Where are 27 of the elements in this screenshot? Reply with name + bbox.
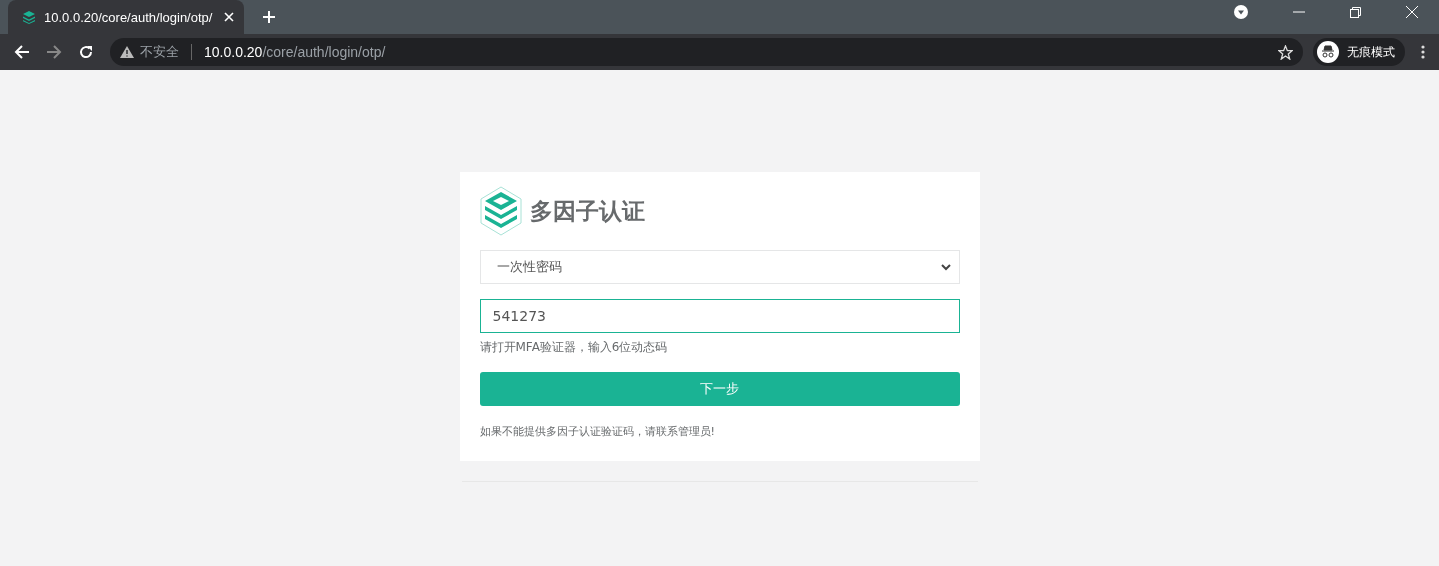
logo-icon	[479, 186, 522, 236]
back-icon[interactable]	[14, 44, 30, 60]
tab-search-icon[interactable]	[1234, 5, 1248, 19]
page-title: 多因子认证	[529, 196, 645, 226]
url-path: /core/auth/login/otp/	[262, 44, 386, 60]
chevron-icon	[940, 263, 951, 271]
close-icon[interactable]	[224, 12, 234, 22]
warning-icon	[120, 46, 134, 58]
tab-title: 10.0.0.20/core/auth/login/otp/	[44, 9, 214, 25]
security-label: 不安全	[140, 43, 179, 61]
code-input[interactable]: 541273	[479, 299, 960, 333]
layers-icon	[22, 10, 36, 24]
star-icon[interactable]	[1278, 44, 1293, 60]
address-bar[interactable]: 不安全 10.0.0.20/core/auth/login/otp/	[110, 38, 1303, 66]
url-host: 10.0.0.20	[204, 44, 263, 60]
footer-note: 如果不能提供多因子认证验证码，请联系管理员!	[479, 424, 716, 439]
incognito-icon	[1317, 41, 1339, 63]
new-tab-icon[interactable]	[262, 10, 276, 24]
browser-tab[interactable]: 10.0.0.20/core/auth/login/otp/	[8, 0, 244, 34]
forward-icon[interactable]	[46, 44, 62, 60]
close-icon[interactable]	[1406, 6, 1418, 18]
reload-icon[interactable]	[78, 44, 94, 60]
hint-text: 请打开MFA验证器，输入6位动态码	[479, 339, 669, 356]
method-dropdown[interactable]: 一次性密码	[479, 250, 960, 284]
incognito-chip[interactable]: 无痕模式	[1313, 38, 1405, 66]
restore-icon[interactable]	[1350, 6, 1361, 18]
menu-icon[interactable]	[1421, 45, 1425, 59]
